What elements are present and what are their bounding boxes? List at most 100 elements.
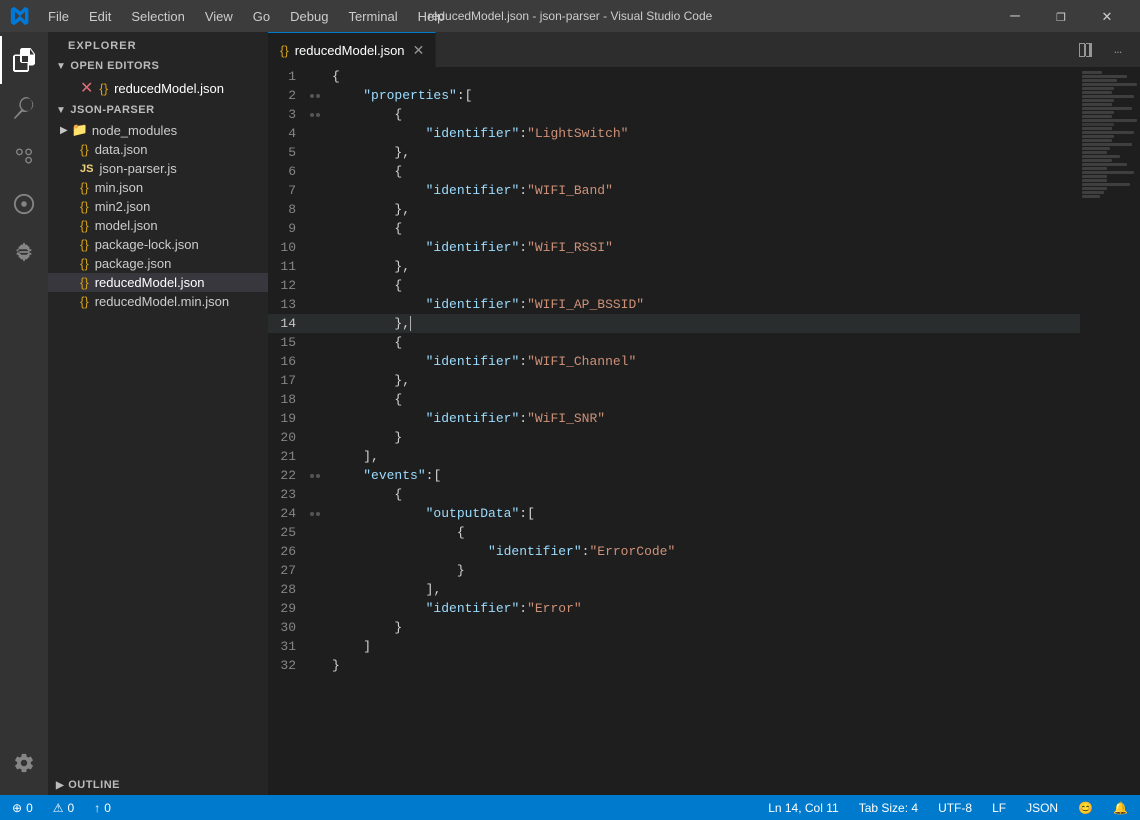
menu-debug[interactable]: Debug <box>280 5 338 28</box>
code-editor[interactable]: 1{2 "properties":[3 {4 "identifier":"Lig… <box>268 67 1080 795</box>
file-item-reducedmodel-json[interactable]: {} reducedModel.json <box>48 273 268 292</box>
statusbar-eol[interactable]: LF <box>988 801 1010 815</box>
more-actions-button[interactable]: … <box>1104 36 1132 64</box>
statusbar-encoding[interactable]: UTF-8 <box>934 801 976 815</box>
menu-terminal[interactable]: Terminal <box>338 5 407 28</box>
file-item-package-lock-json[interactable]: {} package-lock.json <box>48 235 268 254</box>
line-number-24: 24 <box>268 504 308 523</box>
code-line-2[interactable]: 2 "properties":[ <box>268 86 1080 105</box>
tab-close-button[interactable]: ✕ <box>411 42 427 58</box>
code-line-9[interactable]: 9 { <box>268 219 1080 238</box>
code-line-17[interactable]: 17 }, <box>268 371 1080 390</box>
minimap-line <box>1082 139 1112 142</box>
code-line-31[interactable]: 31 ] <box>268 637 1080 656</box>
settings-activity-icon[interactable] <box>0 739 48 787</box>
line-number-16: 16 <box>268 352 308 371</box>
line-gutter-11 <box>308 257 328 276</box>
minimap-line <box>1082 147 1110 150</box>
code-line-18[interactable]: 18 { <box>268 390 1080 409</box>
filename-package-json: package.json <box>95 256 172 271</box>
line-gutter-2 <box>308 86 328 105</box>
code-line-21[interactable]: 21 ], <box>268 447 1080 466</box>
statusbar-warnings[interactable]: ⚠ 0 <box>49 801 78 815</box>
tab-icon: {} <box>280 43 289 58</box>
code-line-11[interactable]: 11 }, <box>268 257 1080 276</box>
file-item-json-parser-js[interactable]: JS json-parser.js <box>48 159 268 178</box>
split-editor-button[interactable] <box>1072 36 1100 64</box>
code-line-32[interactable]: 32} <box>268 656 1080 675</box>
open-editor-item-reducedmodel[interactable]: ✕ {} reducedModel.json <box>48 76 268 100</box>
maximize-button[interactable]: ❐ <box>1038 0 1084 32</box>
statusbar-sync[interactable]: ↑ 0 <box>90 801 115 815</box>
error-count: 0 <box>26 801 33 815</box>
statusbar-notifications[interactable]: 🔔 <box>1109 801 1132 815</box>
file-item-min2-json[interactable]: {} min2.json <box>48 197 268 216</box>
json-icon8: {} <box>80 294 89 309</box>
explorer-activity-icon[interactable] <box>0 36 48 84</box>
statusbar-language[interactable]: JSON <box>1022 801 1062 815</box>
code-line-14[interactable]: 14 }, <box>268 314 1080 333</box>
file-item-min-json[interactable]: {} min.json <box>48 178 268 197</box>
code-line-4[interactable]: 4 "identifier":"LightSwitch" <box>268 124 1080 143</box>
code-line-15[interactable]: 15 { <box>268 333 1080 352</box>
statusbar-errors[interactable]: ⊕ 0 <box>8 801 37 815</box>
open-editors-section[interactable]: ▼ OPEN EDITORS <box>48 56 268 76</box>
code-line-25[interactable]: 25 { <box>268 523 1080 542</box>
code-line-29[interactable]: 29 "identifier":"Error" <box>268 599 1080 618</box>
minimap-line <box>1082 115 1112 118</box>
menu-selection[interactable]: Selection <box>121 5 194 28</box>
file-item-model-json[interactable]: {} model.json <box>48 216 268 235</box>
code-line-20[interactable]: 20 } <box>268 428 1080 447</box>
debug-activity-icon[interactable] <box>0 180 48 228</box>
code-line-1[interactable]: 1{ <box>268 67 1080 86</box>
code-line-10[interactable]: 10 "identifier":"WiFI_RSSI" <box>268 238 1080 257</box>
code-line-8[interactable]: 8 }, <box>268 200 1080 219</box>
file-item-reducedmodel-min-json[interactable]: {} reducedModel.min.json <box>48 292 268 311</box>
code-line-30[interactable]: 30 } <box>268 618 1080 637</box>
menu-file[interactable]: File <box>38 5 79 28</box>
code-line-23[interactable]: 23 { <box>268 485 1080 504</box>
code-line-5[interactable]: 5 }, <box>268 143 1080 162</box>
code-line-28[interactable]: 28 ], <box>268 580 1080 599</box>
extensions-activity-icon[interactable] <box>0 228 48 276</box>
minimap-line <box>1082 75 1127 78</box>
source-control-activity-icon[interactable] <box>0 132 48 180</box>
file-item-data-json[interactable]: {} data.json <box>48 140 268 159</box>
sync-icon: ↑ <box>94 801 100 815</box>
line-number-15: 15 <box>268 333 308 352</box>
line-gutter-17 <box>308 371 328 390</box>
line-gutter-28 <box>308 580 328 599</box>
minimap-line <box>1082 135 1114 138</box>
menu-go[interactable]: Go <box>243 5 280 28</box>
line-gutter-20 <box>308 428 328 447</box>
code-line-12[interactable]: 12 { <box>268 276 1080 295</box>
code-line-3[interactable]: 3 { <box>268 105 1080 124</box>
menu-view[interactable]: View <box>195 5 243 28</box>
json-parser-section[interactable]: ▼ JSON-PARSER <box>48 100 268 120</box>
statusbar-position[interactable]: Ln 14, Col 11 <box>764 801 843 815</box>
code-line-24[interactable]: 24 "outputData":[ <box>268 504 1080 523</box>
statusbar-tabsize[interactable]: Tab Size: 4 <box>855 801 922 815</box>
menu-edit[interactable]: Edit <box>79 5 121 28</box>
code-line-22[interactable]: 22 "events":[ <box>268 466 1080 485</box>
code-line-13[interactable]: 13 "identifier":"WIFI_AP_BSSID" <box>268 295 1080 314</box>
line-gutter-26 <box>308 542 328 561</box>
tab-reducedmodel-json[interactable]: {} reducedModel.json ✕ <box>268 32 436 67</box>
node-modules-folder[interactable]: ▶ 📁 node_modules <box>48 120 268 140</box>
code-line-19[interactable]: 19 "identifier":"WiFI_SNR" <box>268 409 1080 428</box>
minimize-button[interactable]: — <box>992 0 1038 32</box>
search-activity-icon[interactable] <box>0 84 48 132</box>
minimap[interactable] <box>1080 67 1140 795</box>
close-button[interactable]: ✕ <box>1084 0 1130 32</box>
code-line-16[interactable]: 16 "identifier":"WIFI_Channel" <box>268 352 1080 371</box>
code-line-6[interactable]: 6 { <box>268 162 1080 181</box>
outline-section-header[interactable]: ▶ OUTLINE <box>48 775 268 795</box>
file-item-package-json[interactable]: {} package.json <box>48 254 268 273</box>
code-line-26[interactable]: 26 "identifier":"ErrorCode" <box>268 542 1080 561</box>
statusbar-smiley[interactable]: 😊 <box>1074 801 1097 815</box>
statusbar-left: ⊕ 0 ⚠ 0 ↑ 0 <box>8 801 115 815</box>
bell-icon: 🔔 <box>1113 801 1128 815</box>
line-gutter-15 <box>308 333 328 352</box>
code-line-27[interactable]: 27 } <box>268 561 1080 580</box>
code-line-7[interactable]: 7 "identifier":"WIFI_Band" <box>268 181 1080 200</box>
